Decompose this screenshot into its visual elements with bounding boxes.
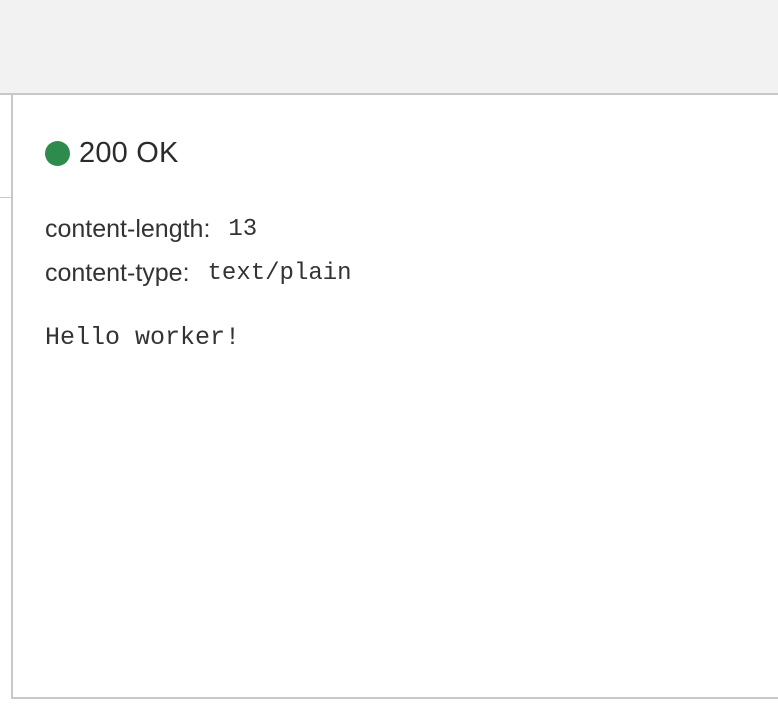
top-toolbar xyxy=(0,0,778,95)
header-row: content-length: 13 xyxy=(45,207,352,251)
response-body: Hello worker! xyxy=(45,323,241,352)
header-value: 13 xyxy=(228,215,258,243)
header-value: text/plain xyxy=(207,259,352,287)
status-text: 200 OK xyxy=(79,136,179,169)
response-headers: content-length: 13 content-type: text/pl… xyxy=(45,207,352,295)
status-dot-icon xyxy=(45,140,70,166)
response-status: 200 OK xyxy=(45,135,179,171)
response-viewer: 200 OK content-length: 13 content-type: … xyxy=(0,0,778,710)
left-pane-divider xyxy=(0,197,11,198)
response-panel: 200 OK content-length: 13 content-type: … xyxy=(13,95,778,699)
left-pane-edge xyxy=(0,95,13,699)
header-key: content-type: xyxy=(45,258,190,287)
header-row: content-type: text/plain xyxy=(45,251,352,295)
header-key: content-length: xyxy=(45,214,211,243)
